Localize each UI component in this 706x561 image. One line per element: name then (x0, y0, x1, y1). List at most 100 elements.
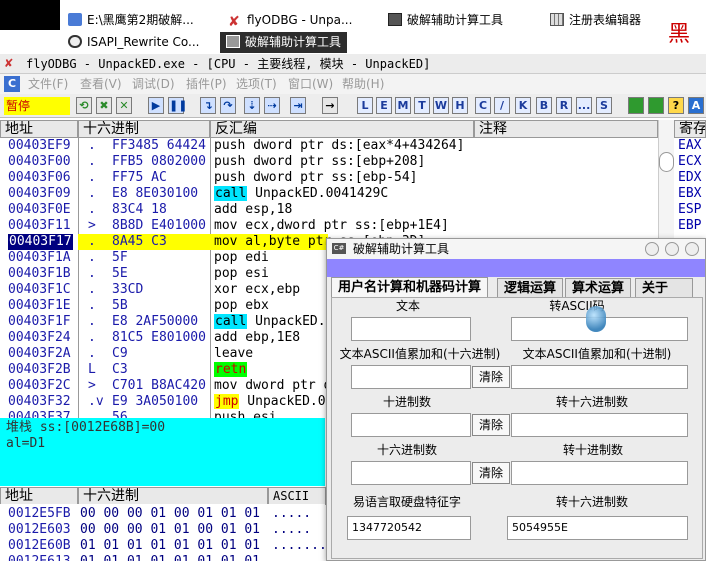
pause-icon[interactable]: ❚❚ (168, 97, 187, 114)
maximize-button[interactable] (665, 242, 679, 256)
minimize-button[interactable] (645, 242, 659, 256)
col-header-address[interactable]: 地址 (0, 120, 78, 138)
dump-row[interactable]: 0012E5FB 00 00 00 01 00 01 01 01..... (0, 506, 325, 522)
col-header-hex[interactable]: 十六进制 (78, 120, 210, 138)
menu-plugins[interactable]: 插件(P) (186, 74, 227, 94)
close-button[interactable] (685, 242, 699, 256)
cpu-button[interactable]: C (475, 97, 491, 114)
disasm-operands: push dword ptr ss:[ebp-54] (214, 170, 418, 185)
handles-button[interactable]: H (452, 97, 468, 114)
clear-button-1[interactable]: 清除 (472, 366, 510, 388)
window-title: flyODBG - UnpackED.exe - [CPU - 主要线程, 模块… (26, 57, 431, 71)
taskbar-item-explorer[interactable]: E:\黑鹰第2期破解... (68, 10, 194, 31)
breakpoints-button[interactable]: B (536, 97, 552, 114)
disk-id-hex-field[interactable]: 5054955E (507, 516, 688, 540)
dump-row[interactable]: 0012E613 01 01 01 01 01 01 01 01........ (0, 554, 325, 561)
dialog-title: 破解辅助计算工具 (353, 242, 450, 256)
taskbar-item-calc[interactable]: 破解辅助计算工具 (388, 10, 503, 31)
disasm-bytes: 5F (112, 250, 128, 265)
ascii-sum-dec-field[interactable] (511, 365, 688, 389)
source-button[interactable]: S (596, 97, 612, 114)
appearance-icon[interactable] (648, 97, 664, 114)
dump-row[interactable]: 0012E60B 01 01 01 01 01 01 01 01........ (0, 538, 325, 554)
run-trace-button[interactable]: ... (576, 97, 592, 114)
menu-window[interactable]: 窗口(W) (288, 74, 333, 94)
menu-view[interactable]: 查看(V) (80, 74, 122, 94)
memory-button[interactable]: M (395, 97, 411, 114)
register-ebx[interactable]: EBX (678, 186, 701, 201)
log-window-button[interactable]: L (357, 97, 373, 114)
calc-icon (388, 13, 402, 26)
dump-header-ascii[interactable]: ASCII (268, 487, 326, 505)
windows-button[interactable]: W (433, 97, 449, 114)
disasm-row[interactable]: 00403F09. E8 8E030100 call UnpackED.004142… (0, 186, 474, 202)
register-ecx[interactable]: ECX (678, 154, 701, 169)
dump-header-address[interactable]: 地址 (0, 487, 78, 505)
help-icon[interactable]: ? (668, 97, 684, 114)
trace-into-icon[interactable]: ⇣ (244, 97, 260, 114)
dec-num-field[interactable] (351, 413, 471, 437)
tab-about[interactable]: 关于 (635, 278, 693, 297)
run-icon[interactable]: ▶ (148, 97, 164, 114)
cpu-window-icon[interactable]: C (4, 76, 20, 92)
register-esp[interactable]: ESP (678, 202, 701, 217)
taskbar-item-calc-active[interactable]: 破解辅助计算工具 (220, 32, 348, 53)
ascii-sum-hex-field[interactable] (351, 365, 471, 389)
threads-button[interactable]: T (414, 97, 430, 114)
clear-button-2[interactable]: 清除 (472, 414, 510, 436)
tab-username-machine[interactable]: 用户名计算和机器码计算 (331, 277, 489, 297)
dump-row[interactable]: 0012E603 00 00 00 01 01 00 01 01..... (0, 522, 325, 538)
disasm-row[interactable]: 00403F11 >8B8D E401000 mov ecx,dword ptr s… (0, 218, 474, 234)
disasm-row[interactable]: 00403EF9. FF3485 64424 push dword ptr ds:[… (0, 138, 474, 154)
tab-arith[interactable]: 算术运算 (565, 278, 632, 297)
label-text: 文本 (395, 299, 420, 313)
label-hex-num: 十六进制数 (376, 443, 437, 457)
dump-header-hex[interactable]: 十六进制 (78, 487, 268, 505)
step-over-icon[interactable]: ↷ (220, 97, 236, 114)
disasm-address: 00403F32 (8, 394, 71, 409)
hex-to-dec-field[interactable] (511, 461, 688, 485)
restart-icon[interactable]: ✖ (96, 97, 112, 114)
font-icon[interactable]: A (688, 97, 704, 114)
register-edx[interactable]: EDX (678, 170, 701, 185)
col-header-comment[interactable]: 注释 (474, 120, 658, 138)
trace-over-icon[interactable]: ⇢ (264, 97, 280, 114)
clear-button-3[interactable]: 清除 (472, 462, 510, 484)
register-ebp[interactable]: EBP (678, 218, 701, 233)
disasm-row[interactable]: 00403F06. FF75 AC push dword ptr ss:[ebp-5… (0, 170, 474, 186)
menu-options[interactable]: 选项(T) (236, 74, 277, 94)
modules-button[interactable]: E (376, 97, 392, 114)
references-button[interactable]: R (556, 97, 572, 114)
menu-help[interactable]: 帮助(H) (342, 74, 384, 94)
call-stack-button[interactable]: K (515, 97, 531, 114)
taskbar-item-registry[interactable]: 注册表编辑器 (550, 10, 641, 31)
step-into-icon[interactable]: ↴ (200, 97, 216, 114)
patches-button[interactable]: / (494, 97, 510, 114)
execute-till-return-icon[interactable]: ⇥ (290, 97, 306, 114)
disasm-operands: pop edi (214, 250, 269, 265)
apple-menu-icon[interactable] (0, 0, 60, 30)
text-input[interactable] (351, 317, 471, 341)
open-icon[interactable]: ⟲ (76, 97, 92, 114)
scrollbar-thumb[interactable] (659, 152, 674, 172)
status-paused: 暂停 (4, 97, 70, 115)
dec-to-hex-field[interactable] (511, 413, 688, 437)
menu-file[interactable]: 文件(F) (28, 74, 68, 94)
col-header-registers[interactable]: 寄存 (674, 120, 706, 138)
menu-debug[interactable]: 调试(D) (132, 74, 175, 94)
disk-id-field[interactable]: 1347720542 (347, 516, 471, 540)
disasm-address: 00403F09 (8, 186, 71, 201)
dump-hex: 00 00 00 01 00 01 01 01 (80, 506, 261, 521)
col-header-disasm[interactable]: 反汇编 (210, 120, 474, 138)
dump-pane[interactable]: 0012E5FB 00 00 00 01 00 01 01 01..... 0012… (0, 504, 325, 561)
hex-num-field[interactable] (351, 461, 471, 485)
taskbar-item-isapi[interactable]: ISAPI_Rewrite Co... (68, 32, 199, 53)
register-eax[interactable]: EAX (678, 138, 701, 153)
disasm-row[interactable]: 00403F00. FFB5 0802000 push dword ptr ss:[… (0, 154, 474, 170)
disasm-row[interactable]: 00403F0E. 83C4 18 add esp,18 (0, 202, 474, 218)
tab-logic[interactable]: 逻辑运算 (497, 278, 564, 297)
options-icon[interactable] (628, 97, 644, 114)
taskbar-item-debugger[interactable]: ✘ flyODBG - Unpa... (228, 10, 352, 31)
go-to-icon[interactable]: → (322, 97, 338, 114)
close-icon[interactable]: ✕ (116, 97, 132, 114)
